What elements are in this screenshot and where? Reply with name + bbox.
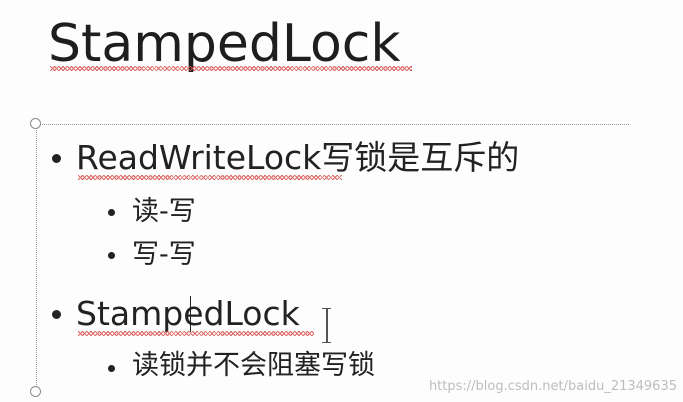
sub-bullet-text: 读锁并不会阻塞写锁: [132, 350, 375, 381]
bullet-text-en: StampedLock: [76, 294, 300, 333]
sub-bullet-item[interactable]: 读锁并不会阻塞写锁: [132, 349, 375, 383]
i-beam-cursor-top-icon: [322, 308, 331, 309]
watermark-text: https://blog.csdn.net/baidu_21349635: [428, 379, 677, 394]
bullet-dot-icon: [52, 310, 61, 319]
bullet-dot-icon: [52, 154, 61, 163]
i-beam-cursor-bottom-icon: [322, 342, 331, 343]
bullet-item-readwritelock[interactable]: ReadWriteLock写锁是互斥的: [76, 138, 519, 178]
sub-bullet-item[interactable]: 写-写: [132, 238, 196, 272]
bullet-text-en: ReadWriteLock: [76, 138, 322, 177]
i-beam-cursor-icon: [326, 309, 328, 343]
sub-bullet-text: 写-写: [132, 239, 196, 270]
spellcheck-underline-title: [50, 66, 412, 71]
sub-bullet-dot-icon: [108, 209, 115, 216]
resize-handle-bottom-left-icon[interactable]: [30, 386, 41, 397]
bullet-item-stampedlock[interactable]: StampedLock: [76, 294, 300, 334]
bullet-text-cn: 写锁是互斥的: [321, 138, 520, 177]
sub-bullet-dot-icon: [108, 365, 115, 372]
slide-canvas[interactable]: StampedLock ReadWriteLock写锁是互斥的 读-写 写-写 …: [0, 0, 683, 402]
sub-bullet-dot-icon: [108, 252, 115, 259]
spellcheck-underline-readwritelock: [78, 175, 342, 180]
spellcheck-underline-stampedlock: [78, 331, 314, 336]
sub-bullet-text: 读-写: [132, 196, 196, 227]
resize-handle-top-left-icon[interactable]: [30, 118, 41, 129]
sub-bullet-item[interactable]: 读-写: [132, 195, 196, 229]
text-caret: [190, 296, 191, 332]
